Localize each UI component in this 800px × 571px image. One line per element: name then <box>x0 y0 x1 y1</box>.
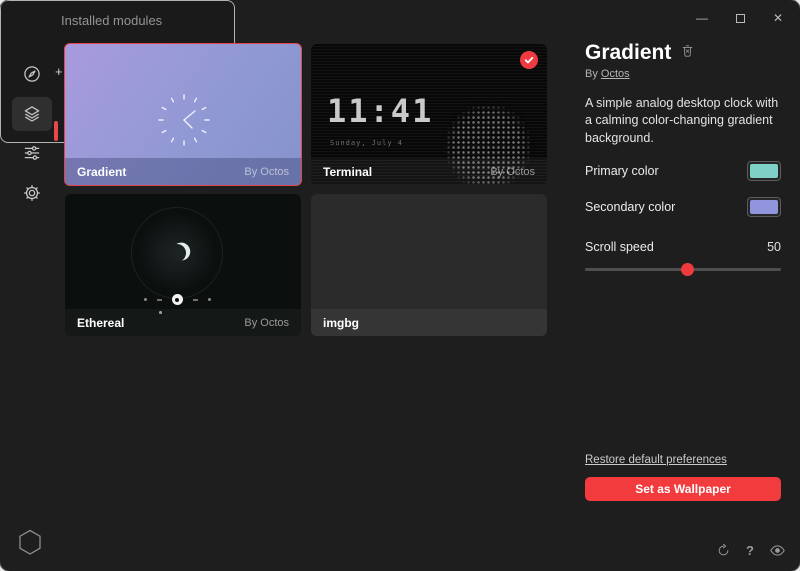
active-wallpaper-badge <box>520 51 538 69</box>
card-footer: imgbg <box>311 309 547 336</box>
details-panel: Gradient By Octos A simple analog deskto… <box>585 41 781 271</box>
module-card-ethereal[interactable]: Ethereal By Octos <box>65 194 301 336</box>
minimize-button[interactable]: — <box>690 6 714 30</box>
sidebar-item-installed[interactable] <box>12 97 52 131</box>
card-footer: Ethereal By Octos <box>65 309 301 336</box>
card-title: Terminal <box>323 165 372 179</box>
byline-prefix: By <box>585 68 598 80</box>
player-knob <box>172 294 183 305</box>
panel-actions: Restore default preferences Set as Wallp… <box>585 450 781 501</box>
sliders-icon <box>22 143 42 163</box>
gear-icon <box>22 183 42 203</box>
swatch-fill <box>750 200 778 214</box>
window-controls: — ✕ <box>690 6 790 30</box>
compass-icon <box>22 64 42 84</box>
card-author: By Octos <box>244 317 289 329</box>
trash-icon <box>680 43 695 58</box>
card-title: Ethereal <box>77 316 124 330</box>
author-link[interactable]: Octos <box>601 68 630 80</box>
module-card-terminal[interactable]: 11:41 Sunday, July 4 Terminal By Octos <box>311 44 547 185</box>
terminal-clock-text: 11:41 <box>327 92 433 130</box>
set-wallpaper-button[interactable]: Set as Wallpaper <box>585 477 781 501</box>
card-title: Gradient <box>77 165 126 179</box>
card-footer: Terminal By Octos <box>311 158 547 185</box>
setting-secondary-color: Secondary color <box>585 195 781 219</box>
player-tick <box>193 299 198 301</box>
sidebar-item-tweaks[interactable] <box>12 136 52 170</box>
player-tick <box>157 299 162 301</box>
check-icon <box>524 55 534 65</box>
module-description: A simple analog desktop clock with a cal… <box>585 95 781 147</box>
active-indicator <box>54 121 58 141</box>
module-card-gradient[interactable]: Gradient By Octos <box>64 43 302 186</box>
slider-thumb[interactable] <box>681 263 694 276</box>
setting-label: Scroll speed <box>585 240 654 254</box>
refresh-icon <box>716 543 731 558</box>
module-title: Gradient <box>585 41 671 65</box>
terminal-date-text: Sunday, July 4 <box>330 139 403 147</box>
setting-label: Secondary color <box>585 200 675 214</box>
delete-module-button[interactable] <box>680 43 695 63</box>
module-card-imgbg[interactable]: imgbg <box>311 194 547 336</box>
setting-label: Primary color <box>585 164 659 178</box>
analog-clock-icon <box>155 91 213 149</box>
preview-button[interactable] <box>768 541 786 559</box>
close-button[interactable]: ✕ <box>766 6 790 30</box>
hexagon-icon <box>18 529 42 556</box>
sidebar <box>0 36 58 571</box>
help-button[interactable]: ? <box>741 541 759 559</box>
eye-icon <box>769 542 786 559</box>
sidebar-item-explore[interactable] <box>12 57 52 91</box>
scroll-speed-slider[interactable] <box>585 268 781 271</box>
card-footer: Gradient By Octos <box>65 158 301 185</box>
module-byline: By Octos <box>585 68 781 80</box>
primary-color-swatch[interactable] <box>747 161 781 181</box>
app-logo <box>18 529 42 561</box>
scroll-speed-value: 50 <box>767 240 781 254</box>
maximize-button[interactable] <box>728 6 752 30</box>
card-author: By Octos <box>490 166 535 178</box>
sidebar-item-settings[interactable] <box>12 176 52 210</box>
app-window: Installed modules — ✕ <box>0 0 800 571</box>
status-icons: ? <box>714 541 786 559</box>
setting-scroll-speed: Scroll speed 50 <box>585 235 781 259</box>
mini-player <box>137 294 217 305</box>
player-dot <box>144 298 147 301</box>
swatch-fill <box>750 164 778 178</box>
refresh-button[interactable] <box>714 541 732 559</box>
card-title: imgbg <box>323 316 359 330</box>
setting-primary-color: Primary color <box>585 159 781 183</box>
restore-defaults-link[interactable]: Restore default preferences <box>585 454 727 466</box>
layers-icon <box>22 104 42 124</box>
page-title: Installed modules <box>61 13 162 28</box>
player-dot <box>208 298 211 301</box>
secondary-color-swatch[interactable] <box>747 197 781 217</box>
maximize-icon <box>736 14 745 23</box>
card-author: By Octos <box>244 166 289 178</box>
